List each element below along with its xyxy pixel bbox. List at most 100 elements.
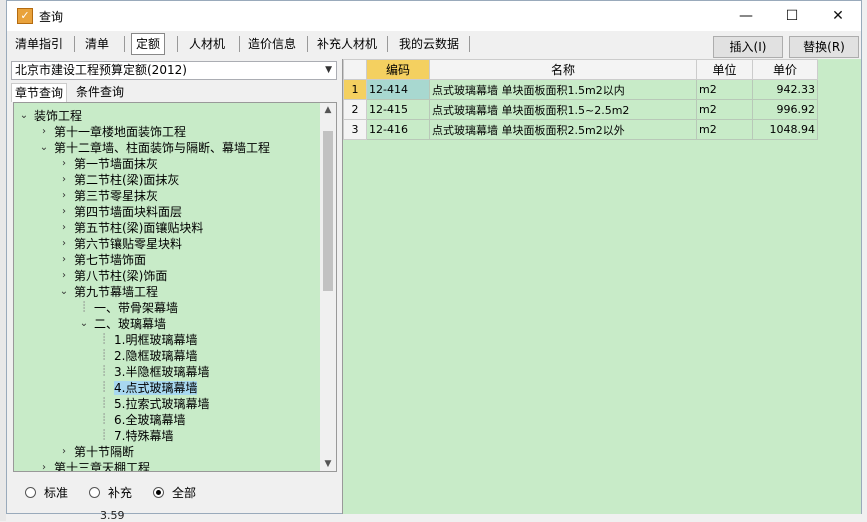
tree-node[interactable]: › 第四节墙面块料面层 [58, 204, 182, 220]
collapsed-chevron-icon[interactable]: › [58, 220, 70, 236]
tab-labor-material-machine[interactable]: 人材机 [185, 34, 229, 54]
tab-divider [469, 36, 470, 52]
expanded-chevron-icon[interactable]: ⌄ [58, 284, 70, 300]
tab-price-info[interactable]: 造价信息 [244, 34, 300, 54]
tree-node[interactable]: ⌄ 装饰工程 [18, 108, 82, 124]
tree-scrollbar[interactable]: ▲ ▼ [320, 103, 336, 471]
tree-node[interactable]: › 第七节墙饰面 [58, 252, 146, 268]
radio-checked-icon [153, 487, 164, 498]
cell-name[interactable]: 点式玻璃幕墙 单块面板面积1.5~2.5m2 [429, 99, 697, 120]
tree-node[interactable]: › 第五节柱(梁)面镶贴块料 [58, 220, 203, 236]
tree-node[interactable]: ┊ 6.全玻璃幕墙 [98, 412, 185, 428]
tree-node[interactable]: ┊ 一、带骨架幕墙 [78, 300, 178, 316]
cell-code[interactable]: 12-416 [366, 119, 430, 140]
table-row[interactable]: 3 12-416 点式玻璃幕墙 单块面板面积2.5m2以外 m2 1048.94 [343, 119, 818, 140]
tree-node[interactable]: › 第二节柱(梁)面抹灰 [58, 172, 179, 188]
collapsed-chevron-icon[interactable]: › [58, 268, 70, 284]
tab-divider [124, 36, 125, 52]
collapsed-chevron-icon[interactable]: › [58, 204, 70, 220]
radio-circle-icon [89, 487, 100, 498]
header-price[interactable]: 单价 [752, 59, 818, 80]
tab-my-cloud-data[interactable]: 我的云数据 [395, 34, 463, 54]
tree-node[interactable]: ┊ 5.拉索式玻璃幕墙 [98, 396, 209, 412]
cell-unit[interactable]: m2 [696, 79, 753, 100]
replace-button[interactable]: 替换(R) [789, 36, 859, 58]
cell-name[interactable]: 点式玻璃幕墙 单块面板面积2.5m2以外 [429, 119, 697, 140]
radio-all[interactable]: 全部 [153, 484, 196, 501]
tree-node[interactable]: ┊ 1.明框玻璃幕墙 [98, 332, 197, 348]
chevron-down-icon[interactable]: ▼ [325, 62, 332, 79]
tree-node[interactable]: › 第八节柱(梁)饰面 [58, 268, 167, 284]
close-button[interactable]: ✕ [815, 1, 861, 31]
collapsed-chevron-icon[interactable]: › [38, 124, 50, 140]
expanded-chevron-icon[interactable]: ⌄ [78, 316, 90, 332]
table-row[interactable]: 1 12-414 点式玻璃幕墙 单块面板面积1.5m2以内 m2 942.33 [343, 79, 818, 100]
tree-node-label: 第十三章天棚工程 [54, 461, 151, 472]
scroll-down-icon[interactable]: ▼ [320, 457, 336, 471]
collapsed-chevron-icon[interactable]: › [58, 444, 70, 460]
quota-library-select[interactable]: 北京市建设工程预算定额(2012) ▼ [11, 61, 337, 80]
minimize-button[interactable]: — [723, 1, 769, 31]
tab-bill-guide[interactable]: 清单指引 [11, 34, 67, 54]
cell-code[interactable]: 12-415 [366, 99, 430, 120]
scroll-up-icon[interactable]: ▲ [320, 103, 336, 117]
tree-node[interactable]: › 第三节零星抹灰 [58, 188, 158, 204]
tree-node[interactable]: ⌄ 第九节幕墙工程 [58, 284, 158, 300]
tree-node-label: 6.全玻璃幕墙 [114, 413, 186, 427]
radio-supplement[interactable]: 补充 [89, 484, 132, 501]
title-bar: ✓ 查询 — ☐ ✕ [7, 1, 861, 31]
tree-node[interactable]: ┊ 3.半隐框玻璃幕墙 [98, 364, 209, 380]
insert-button[interactable]: 插入(I) [713, 36, 783, 58]
tab-quota[interactable]: 定额 [131, 33, 166, 55]
tree-node-label: 装饰工程 [34, 109, 83, 123]
radio-standard[interactable]: 标准 [25, 484, 68, 501]
tree-node[interactable]: ┊ 7.特殊幕墙 [98, 428, 173, 444]
cell-price[interactable]: 1048.94 [752, 119, 818, 140]
cell-name[interactable]: 点式玻璃幕墙 单块面板面积1.5m2以内 [429, 79, 697, 100]
header-name[interactable]: 名称 [429, 59, 697, 80]
table-header-row: 编码 名称 单位 单价 [343, 59, 818, 80]
subtab-condition-query[interactable]: 条件查询 [73, 83, 127, 101]
row-number: 2 [343, 99, 367, 120]
query-dialog: ✓ 查询 — ☐ ✕ 清单指引 清单 定额 人材机 造价信息 补充人材机 我的云… [6, 0, 862, 514]
table-row[interactable]: 2 12-415 点式玻璃幕墙 单块面板面积1.5~2.5m2 m2 996.9… [343, 99, 818, 120]
header-unit[interactable]: 单位 [696, 59, 753, 80]
cell-price[interactable]: 942.33 [752, 79, 818, 100]
cell-price[interactable]: 996.92 [752, 99, 818, 120]
tab-bill[interactable]: 清单 [81, 34, 113, 54]
tree-node[interactable]: › 第十三章天棚工程 [38, 460, 151, 472]
tree-line-icon: ┊ [100, 366, 108, 377]
collapsed-chevron-icon[interactable]: › [38, 460, 50, 471]
tab-divider [387, 36, 388, 52]
collapsed-chevron-icon[interactable]: › [58, 252, 70, 268]
quota-result-grid: 编码 名称 单位 单价 1 12-414 点式玻璃幕墙 单块面板面积1.5m2以… [342, 59, 861, 514]
cell-unit[interactable]: m2 [696, 99, 753, 120]
collapsed-chevron-icon[interactable]: › [58, 188, 70, 204]
tree-node[interactable]: ⌄ 二、玻璃幕墙 [78, 316, 166, 332]
scroll-thumb[interactable] [323, 131, 333, 291]
tree-node[interactable]: ┊ 2.隐框玻璃幕墙 [98, 348, 197, 364]
tree-node-label: 第四节墙面块料面层 [74, 205, 183, 219]
cell-code[interactable]: 12-414 [366, 79, 430, 100]
expanded-chevron-icon[interactable]: ⌄ [18, 108, 30, 124]
subtab-chapter-query[interactable]: 章节查询 [11, 83, 68, 102]
tree-node[interactable]: ⌄ 第十二章墙、柱面装饰与隔断、幕墙工程 [38, 140, 270, 156]
collapsed-chevron-icon[interactable]: › [58, 236, 70, 252]
collapsed-chevron-icon[interactable]: › [58, 156, 70, 172]
expanded-chevron-icon[interactable]: ⌄ [38, 140, 50, 156]
tree-node[interactable]: › 第十节隔断 [58, 444, 134, 460]
radio-circle-icon [25, 487, 36, 498]
collapsed-chevron-icon[interactable]: › [58, 172, 70, 188]
tree-node[interactable]: › 第六节镶贴零星块料 [58, 236, 182, 252]
tab-supplement-lmm[interactable]: 补充人材机 [313, 34, 381, 54]
tree-node[interactable]: › 第一节墙面抹灰 [58, 156, 158, 172]
tree-node[interactable]: ┊ 4.点式玻璃幕墙 [98, 380, 198, 396]
cell-unit[interactable]: m2 [696, 119, 753, 140]
header-code[interactable]: 编码 [366, 59, 430, 80]
tree-node-label: 2.隐框玻璃幕墙 [114, 349, 198, 363]
tree-node-label: 一、带骨架幕墙 [94, 301, 179, 315]
tree-node-label: 5.拉索式玻璃幕墙 [114, 397, 210, 411]
tree-node[interactable]: › 第十一章楼地面装饰工程 [38, 124, 186, 140]
filter-radio-group: 标准 补充 全部 [13, 476, 337, 506]
maximize-button[interactable]: ☐ [769, 1, 815, 31]
